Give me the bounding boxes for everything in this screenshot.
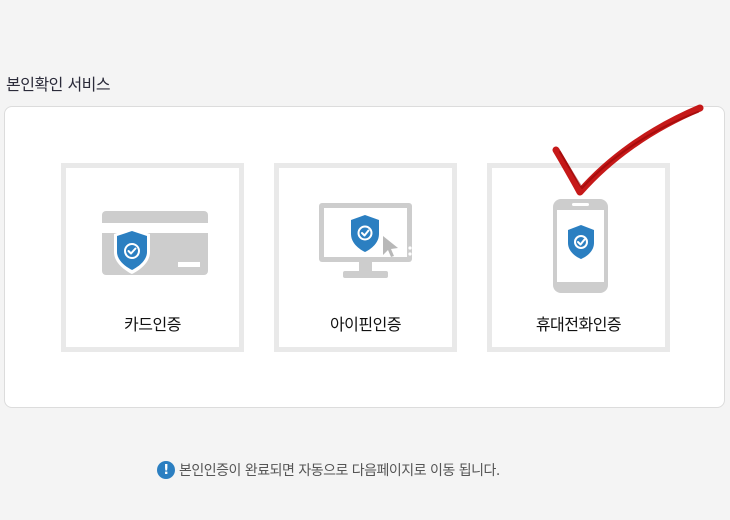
notice-text: 본인인증이 완료되면 자동으로 다음페이지로 이동 됩니다. (179, 463, 500, 479)
info-icon: ! (157, 461, 175, 479)
phone-auth-label: 휴대전화인증 (535, 315, 622, 334)
completion-notice: ! 본인인증이 완료되면 자동으로 다음페이지로 이동 됩니다. (157, 460, 500, 480)
ipin-auth-option[interactable]: 아이핀인증 (274, 163, 457, 352)
card-auth-label: 카드인증 (124, 315, 181, 334)
section-title: 본인확인 서비스 (6, 75, 111, 94)
card-auth-option[interactable]: 카드인증 (61, 163, 244, 352)
ipin-auth-label: 아이핀인증 (329, 315, 402, 334)
phone-auth-option[interactable]: 휴대전화인증 (487, 163, 670, 352)
